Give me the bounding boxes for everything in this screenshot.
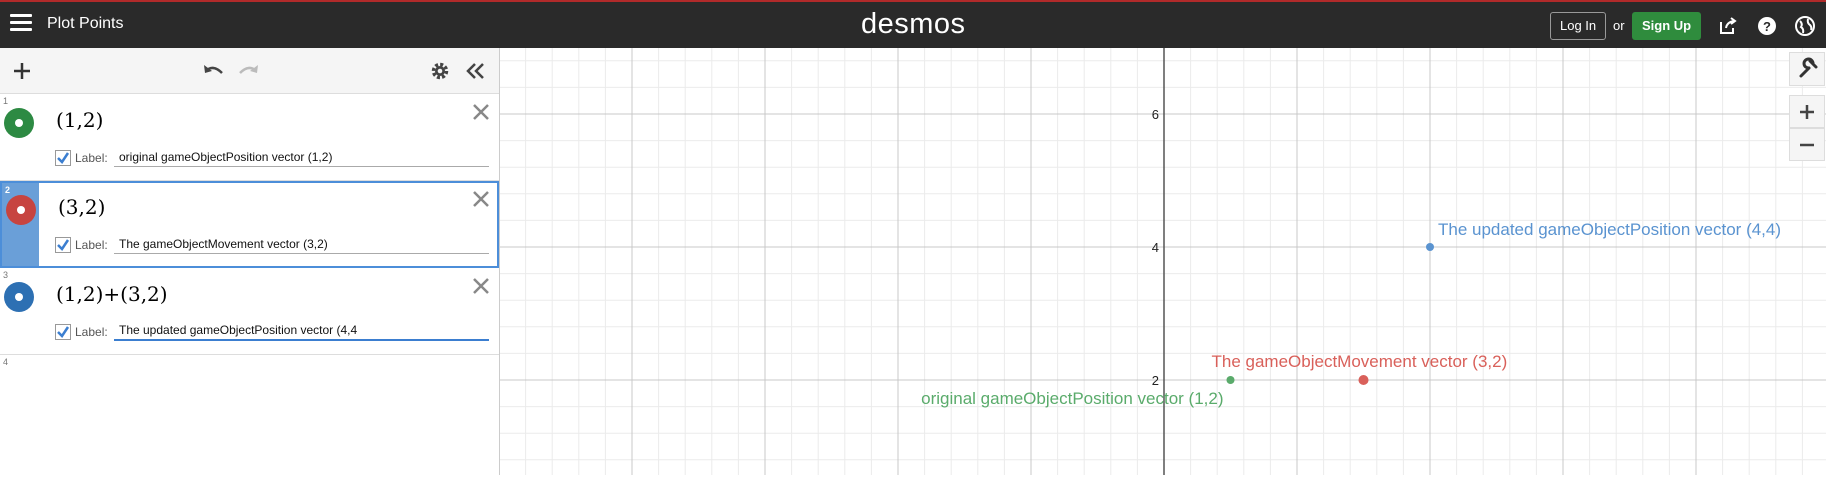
checkmark-icon (57, 239, 70, 251)
graph-settings-button[interactable] (1789, 52, 1825, 86)
login-button[interactable]: Log In (1550, 12, 1607, 40)
graph-point (1426, 243, 1434, 251)
zoom-in-button[interactable] (1789, 95, 1825, 128)
expression-toolbar (0, 48, 499, 94)
svg-text:?: ? (1763, 19, 1771, 34)
math-input[interactable]: (3,2) (58, 195, 105, 219)
label-prompt: Label: (75, 325, 108, 339)
label-field[interactable] (114, 321, 489, 341)
zoom-in-icon (1800, 105, 1814, 119)
label-field[interactable] (114, 147, 489, 167)
expression-index: 1 (3, 96, 9, 106)
y-tick-label: 6 (1152, 107, 1159, 122)
collapse-icon[interactable] (465, 61, 487, 81)
close-icon[interactable] (471, 102, 491, 122)
y-tick-label: 4 (1152, 240, 1159, 255)
expression-item[interactable]: 3 (1,2)+(3,2) Label: (0, 268, 499, 355)
redo-icon[interactable] (237, 61, 261, 81)
label-checkbox[interactable] (55, 150, 71, 166)
empty-expression-item[interactable]: 4 (0, 355, 37, 403)
y-tick-label: 2 (1152, 373, 1159, 388)
point-label: original gameObjectPosition vector (1,2) (921, 389, 1223, 408)
expression-index: 4 (3, 357, 9, 367)
share-icon[interactable] (1717, 15, 1739, 37)
label-checkbox[interactable] (55, 324, 71, 340)
graph-point (1226, 376, 1235, 384)
expression-tab: 2 (2, 183, 39, 266)
label-prompt: Label: (75, 238, 108, 252)
expression-panel: 1 (1,2) Label: 2 (3,2) Label: 3 (1,2)+(3… (0, 48, 500, 475)
expression-index: 2 (5, 185, 11, 195)
point-style-icon[interactable] (4, 108, 34, 138)
graph-canvas[interactable]: 6 4 2original gameObjectPosition vector (1… (500, 48, 1826, 475)
expression-index: 3 (3, 270, 9, 280)
close-icon[interactable] (471, 276, 491, 296)
checkmark-icon (57, 152, 70, 164)
signup-button[interactable]: Sign Up (1632, 12, 1702, 40)
or-text: or (1613, 18, 1625, 33)
settings-icon[interactable] (430, 61, 450, 81)
math-input[interactable]: (1,2) (56, 108, 103, 132)
graph-point (1358, 375, 1369, 385)
label-field[interactable] (114, 234, 489, 254)
hamburger-menu-icon[interactable] (10, 14, 32, 36)
top-bar: Plot Points desmos Log In or Sign Up ? (0, 0, 1826, 48)
label-prompt: Label: (75, 151, 108, 165)
math-input[interactable]: (1,2)+(3,2) (56, 282, 168, 306)
point-label: The gameObjectMovement vector (3,2) (1212, 352, 1508, 371)
close-icon[interactable] (471, 189, 491, 209)
zoom-out-icon (1800, 143, 1814, 147)
point-style-icon[interactable] (6, 195, 36, 225)
expression-tab: 1 (0, 94, 37, 180)
checkmark-icon (57, 326, 70, 338)
expression-item[interactable]: 2 (3,2) Label: (0, 181, 499, 268)
label-checkbox[interactable] (55, 237, 71, 253)
undo-icon[interactable] (201, 61, 225, 81)
expression-item[interactable]: 1 (1,2) Label: (0, 94, 499, 181)
zoom-out-button[interactable] (1789, 128, 1825, 161)
point-label: The updated gameObjectPosition vector (4… (1438, 220, 1781, 239)
wrench-icon (1799, 57, 1818, 78)
globe-icon[interactable] (1794, 15, 1816, 37)
graph-paper[interactable]: 6 4 2 original gameObjectPosition vector (1… (500, 48, 1826, 475)
expression-tab: 3 (0, 268, 37, 354)
point-style-icon[interactable] (4, 282, 34, 312)
add-icon[interactable] (12, 61, 32, 81)
desmos-logo: desmos (861, 8, 966, 40)
graph-title[interactable]: Plot Points (47, 15, 123, 33)
help-icon[interactable]: ? (1756, 15, 1778, 37)
